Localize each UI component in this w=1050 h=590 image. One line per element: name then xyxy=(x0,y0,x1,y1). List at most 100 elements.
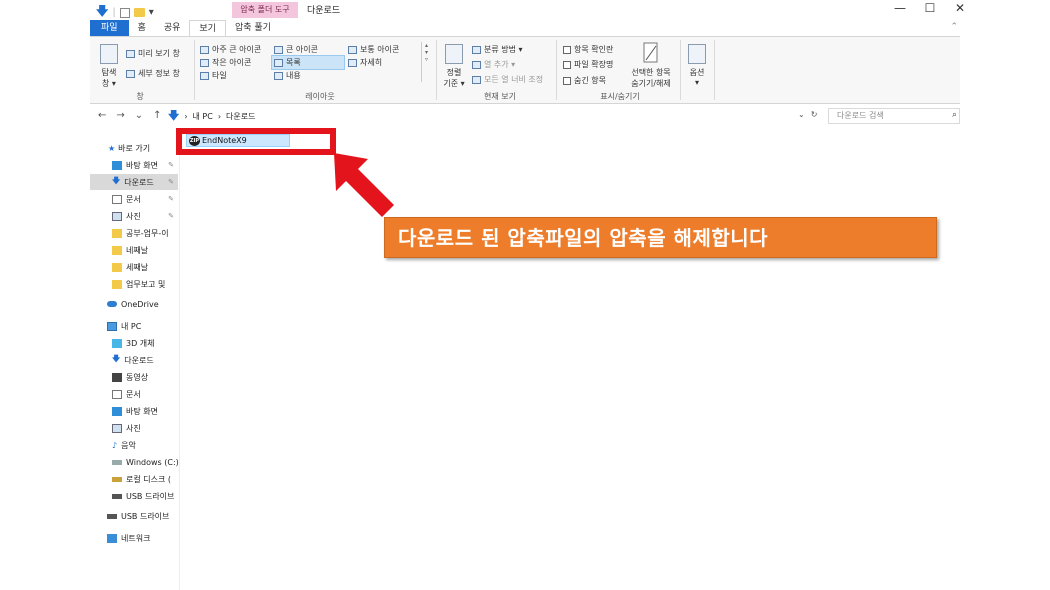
folder-icon[interactable] xyxy=(133,8,145,17)
size-columns-icon xyxy=(472,75,481,84)
tab-share[interactable]: 공유 xyxy=(155,20,190,36)
up-button[interactable]: ↑ xyxy=(153,110,161,121)
hide-selected-label: 선택한 항목 xyxy=(631,68,671,77)
sidebar-item-label: 동영상 xyxy=(126,372,149,382)
file-extensions-option[interactable]: 파일 확장명 xyxy=(563,59,613,70)
navigation-pane-button[interactable]: 탐색 창 ▾ xyxy=(98,44,120,89)
sidebar-item-label: 업무보고 및 xyxy=(126,279,166,289)
maximize-button[interactable]: ☐ xyxy=(918,1,942,15)
group-by-icon xyxy=(472,45,481,54)
item-checkboxes-checkbox[interactable] xyxy=(563,45,571,54)
size-all-columns-button[interactable]: 모든 열 너비 조정 xyxy=(472,74,543,85)
options-button[interactable]: 옵션 ▾ xyxy=(686,44,708,87)
compressed-folder-tools-tab[interactable]: 압축 폴더 도구 xyxy=(232,2,298,18)
sidebar-item-usb-drive-root[interactable]: USB 드라이브 xyxy=(90,508,178,524)
layout-small-label: 작은 아이콘 xyxy=(212,58,252,67)
sidebar-item-pc-desktop[interactable]: 바탕 화면 xyxy=(90,403,178,419)
hidden-items-checkbox[interactable] xyxy=(563,76,571,85)
refresh-button[interactable]: ↻ xyxy=(811,110,818,119)
layout-extra-large-icons[interactable]: 아주 큰 아이콘 xyxy=(200,44,261,55)
sidebar-item-downloads[interactable]: 🡇 다운로드 ✎ xyxy=(90,174,178,190)
sidebar-item-music[interactable]: ♪ 음악 xyxy=(90,437,178,453)
preview-pane-button[interactable]: 미리 보기 창 xyxy=(126,48,180,59)
layout-small-icons[interactable]: 작은 아이콘 xyxy=(200,57,251,68)
group-by-button[interactable]: 분류 방법 ▾ xyxy=(472,44,523,55)
sidebar-item-folder[interactable]: 네째날 xyxy=(90,242,178,258)
search-input[interactable]: 다운로드 검색 xyxy=(828,108,960,124)
folder-icon xyxy=(112,279,122,289)
sidebar-item-windows-drive[interactable]: Windows (C:) xyxy=(90,454,178,470)
sidebar-item-pc-downloads[interactable]: 🡇 다운로드 xyxy=(90,352,178,368)
sidebar-item-folder[interactable]: 세째날 xyxy=(90,259,178,275)
sort-by-label-2: 기준 ▾ xyxy=(443,79,465,88)
sidebar-item-videos[interactable]: 동영상 xyxy=(90,369,178,385)
tab-file[interactable]: 파일 xyxy=(90,20,129,36)
sidebar-item-label: 음악 xyxy=(121,440,136,450)
layout-list-label: 목록 xyxy=(286,58,301,67)
back-button[interactable]: ← xyxy=(98,110,106,121)
sidebar-item-documents[interactable]: 문서 ✎ xyxy=(90,191,178,207)
file-extensions-checkbox[interactable] xyxy=(563,60,571,69)
breadcrumb-separator[interactable]: › xyxy=(218,112,221,121)
address-bar[interactable]: 🡇 › 내 PC › 다운로드 xyxy=(168,108,808,124)
tab-home[interactable]: 홈 xyxy=(129,20,155,36)
add-columns-button[interactable]: 열 추가 ▾ xyxy=(472,59,515,70)
search-icon[interactable]: ⌕ xyxy=(952,110,957,120)
sidebar-item-label: Windows (C:) xyxy=(126,457,178,467)
sidebar-item-usb-drive[interactable]: USB 드라이브 xyxy=(90,488,178,504)
sidebar-item-this-pc[interactable]: 내 PC xyxy=(90,318,178,334)
layout-details[interactable]: 자세히 xyxy=(348,57,382,68)
item-checkboxes-option[interactable]: 항목 확인란 xyxy=(563,44,613,55)
tab-view[interactable]: 보기 xyxy=(189,20,226,36)
sidebar-item-label: 3D 개체 xyxy=(126,338,155,348)
desktop-icon xyxy=(112,160,122,170)
sidebar-item-desktop[interactable]: 바탕 화면 ✎ xyxy=(90,157,178,173)
breadcrumb-separator[interactable]: › xyxy=(184,112,187,121)
folder-icon xyxy=(112,245,122,255)
sidebar-item-3d-objects[interactable]: 3D 개체 xyxy=(90,335,178,351)
layout-large-icons[interactable]: 큰 아이콘 xyxy=(274,44,318,55)
recent-locations-button[interactable]: ⌄ xyxy=(135,110,143,121)
forward-button[interactable]: → xyxy=(116,110,124,121)
details-pane-button[interactable]: 세부 정보 창 xyxy=(126,68,180,79)
navigation-pane: ★ 바로 가기 바탕 화면 ✎ 🡇 다운로드 ✎ 문서 ✎ 사진 ✎ 공부-업무-이 네째날… xyxy=(90,132,180,590)
layout-medium-icons[interactable]: 보통 아이콘 xyxy=(348,44,399,55)
layout-gallery-scroll[interactable]: ▴ ▾ ▿ xyxy=(421,42,431,82)
music-icon: ♪ xyxy=(112,440,118,450)
close-button[interactable]: ✕ xyxy=(948,1,972,15)
address-dropdown-button[interactable]: ⌄ xyxy=(798,110,805,119)
hidden-items-option[interactable]: 숨긴 항목 xyxy=(563,75,606,86)
checkbox-icon[interactable] xyxy=(119,7,130,18)
layout-tiles[interactable]: 타일 xyxy=(200,70,227,81)
ribbon-collapse-icon[interactable]: ⌃ xyxy=(950,22,958,32)
sidebar-item-pc-pictures[interactable]: 사진 xyxy=(90,420,178,436)
sidebar-item-label: 사진 xyxy=(126,423,141,433)
layout-medium-label: 보통 아이콘 xyxy=(360,45,400,54)
ribbon-divider xyxy=(680,40,681,100)
list-icon xyxy=(274,58,283,67)
layout-extra-large-label: 아주 큰 아이콘 xyxy=(212,45,262,54)
breadcrumb-this-pc[interactable]: 내 PC xyxy=(193,111,213,122)
options-dropdown-icon: ▾ xyxy=(694,78,699,87)
layout-content[interactable]: 내용 xyxy=(274,70,301,81)
layout-list[interactable]: 목록 xyxy=(271,55,345,70)
sidebar-item-folder[interactable]: 업무보고 및 xyxy=(90,276,178,292)
sidebar-item-network[interactable]: 네트워크 xyxy=(90,530,178,546)
sidebar-item-pc-documents[interactable]: 문서 xyxy=(90,386,178,402)
minimize-button[interactable]: — xyxy=(888,1,912,15)
sidebar-item-label: 세째날 xyxy=(126,262,149,272)
cube-icon xyxy=(112,338,122,348)
sort-by-button[interactable]: 정렬 기준 ▾ xyxy=(442,44,466,89)
qat-dropdown-icon[interactable]: ▾ xyxy=(149,7,154,18)
download-icon: 🡇 xyxy=(112,354,121,363)
pane-group-label: 창 xyxy=(136,92,144,101)
tab-extract[interactable]: 압축 풀기 xyxy=(226,20,280,36)
star-icon: ★ xyxy=(108,143,116,153)
sidebar-item-pictures[interactable]: 사진 ✎ xyxy=(90,208,178,224)
sidebar-item-folder[interactable]: 공부-업무-이 xyxy=(90,225,178,241)
pin-icon: ✎ xyxy=(168,178,174,186)
hide-selected-items-button[interactable]: 선택한 항목 숨기기/해제 xyxy=(626,42,676,89)
sidebar-item-local-disk[interactable]: 로컬 디스크 ( xyxy=(90,471,178,487)
sidebar-item-onedrive[interactable]: OneDrive xyxy=(90,296,178,312)
breadcrumb-downloads[interactable]: 다운로드 xyxy=(226,111,255,122)
